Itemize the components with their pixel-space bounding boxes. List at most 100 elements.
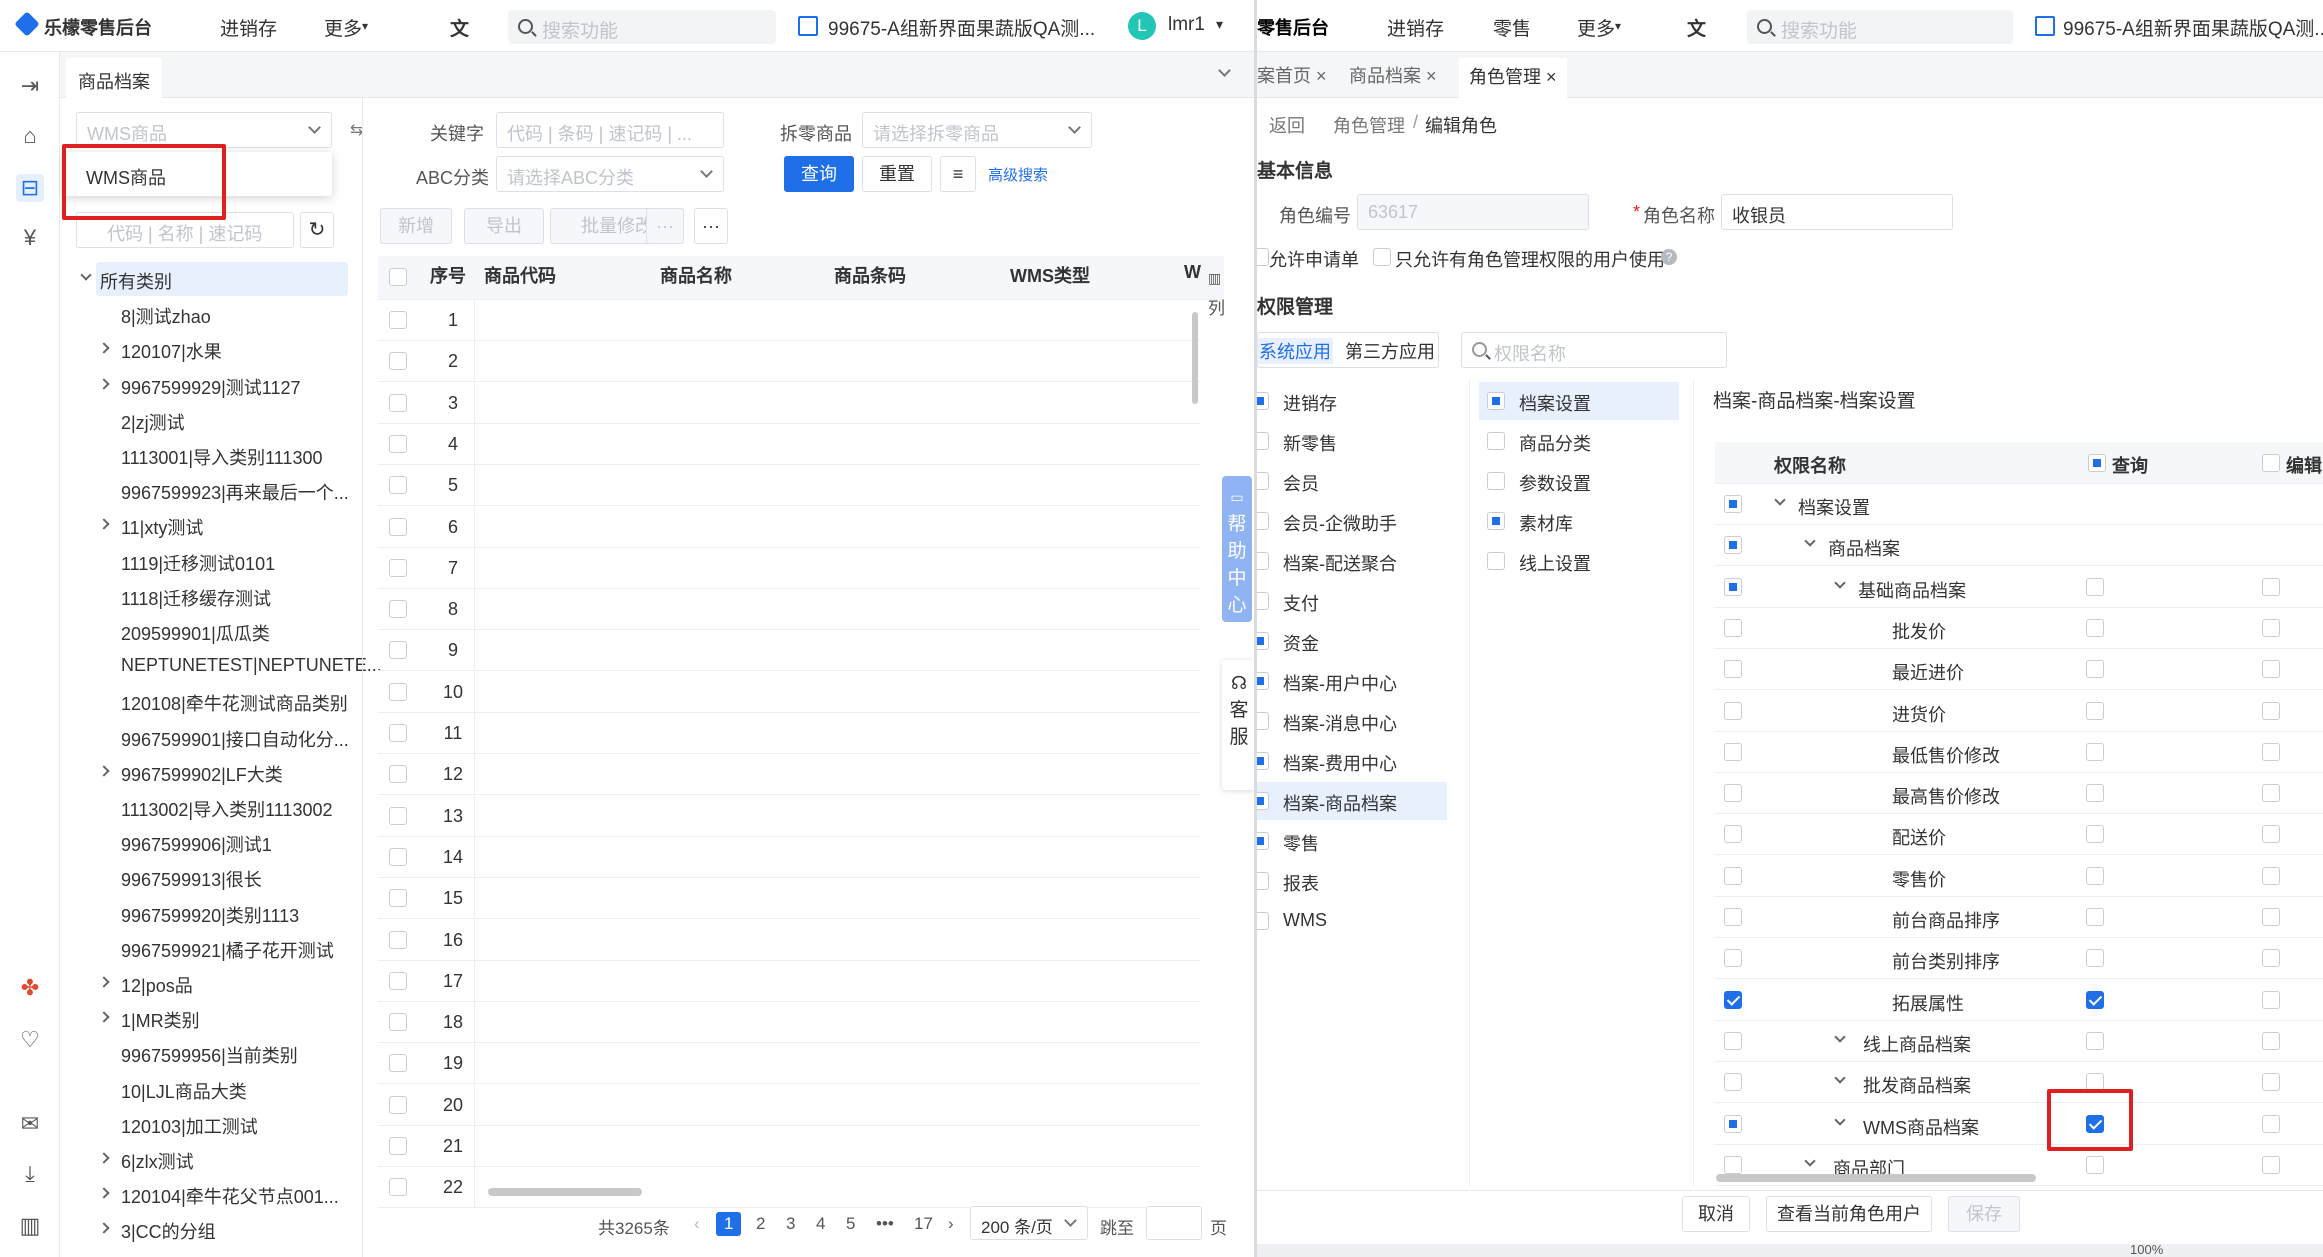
cancel-button[interactable]: 取消: [1682, 1196, 1750, 1232]
prev-page-icon[interactable]: ‹: [694, 1214, 700, 1234]
allow-apply-checkbox[interactable]: [1257, 248, 1269, 266]
role-no-input[interactable]: 63617: [1357, 194, 1589, 230]
close-icon[interactable]: ×: [1426, 66, 1437, 86]
batch-more-button[interactable]: ···: [646, 208, 684, 244]
row-checkbox[interactable]: [389, 889, 407, 908]
function-search[interactable]: 搜索功能: [508, 10, 776, 44]
tree-item[interactable]: 9967599921|橘子花开测试: [121, 937, 334, 963]
query-button[interactable]: 查询: [784, 156, 854, 192]
home-icon[interactable]: ⌂: [16, 122, 44, 150]
tree-item[interactable]: 2|zj测试: [121, 409, 185, 435]
module-checkbox[interactable]: [1257, 632, 1269, 650]
add-button[interactable]: 新增: [380, 208, 452, 244]
row-checkbox[interactable]: [389, 724, 407, 742]
query-col-checkbox[interactable]: [2088, 454, 2106, 472]
tree-item[interactable]: 6|zlx测试: [121, 1148, 194, 1174]
perm-query-checkbox[interactable]: [2086, 577, 2104, 596]
col-code[interactable]: 商品代码: [484, 262, 556, 288]
perm-row[interactable]: [1715, 567, 2323, 608]
help-center-button[interactable]: ▭ 帮助中心: [1222, 476, 1252, 622]
heart-icon[interactable]: ♡: [16, 1026, 44, 1054]
app-grid-icon[interactable]: ✤: [16, 974, 44, 1002]
edit-col-checkbox[interactable]: [2262, 454, 2280, 472]
module-checkbox[interactable]: [1257, 552, 1269, 570]
table-row[interactable]: 9: [378, 630, 1200, 672]
tree-item[interactable]: 9967599913|很长: [121, 866, 262, 892]
perm-edit-checkbox[interactable]: [2262, 660, 2280, 679]
page-item-7[interactable]: 17: [914, 1214, 933, 1234]
filter-settings-button[interactable]: ≡: [940, 156, 976, 192]
col-w[interactable]: W: [1184, 262, 1201, 283]
back-link[interactable]: 返回: [1269, 112, 1305, 138]
perm-edit-checkbox[interactable]: [2262, 1031, 2280, 1050]
customer-service-button[interactable]: ☊ 客服: [1222, 660, 1254, 790]
expand-icon[interactable]: ⇥: [16, 72, 44, 100]
perm-query-checkbox[interactable]: [2086, 866, 2104, 885]
module-item[interactable]: 资金: [1283, 630, 1319, 656]
module-item[interactable]: 进销存: [1283, 390, 1337, 416]
module-checkbox[interactable]: [1257, 832, 1269, 850]
perm-edit-checkbox[interactable]: [2262, 908, 2280, 926]
table-row[interactable]: 17: [378, 960, 1200, 1002]
submodule-item[interactable]: 素材库: [1519, 510, 1573, 536]
perm-row-checkbox[interactable]: [1724, 660, 1742, 679]
tree-item[interactable]: 1118|迁移缓存测试: [121, 585, 271, 611]
row-checkbox[interactable]: [389, 1137, 407, 1155]
perm-edit-checkbox[interactable]: [2262, 742, 2280, 761]
submodule-item[interactable]: 商品分类: [1519, 430, 1591, 456]
tree-item[interactable]: 209599901|瓜瓜类: [121, 620, 270, 646]
perm-query-checkbox[interactable]: [2086, 701, 2104, 720]
table-row[interactable]: 11: [378, 713, 1200, 754]
perm-query-checkbox[interactable]: [2086, 1155, 2104, 1174]
tab-collapse-chevron-icon[interactable]: [1218, 64, 1231, 77]
module-item[interactable]: 会员: [1283, 470, 1319, 496]
module-checkbox[interactable]: [1257, 512, 1269, 530]
perm-row[interactable]: [1715, 649, 2323, 691]
module-checkbox[interactable]: [1257, 672, 1269, 690]
perm-row-checkbox[interactable]: [1724, 495, 1742, 513]
table-row[interactable]: 16: [378, 919, 1200, 961]
row-checkbox[interactable]: [389, 1178, 407, 1197]
tree-expand-icon[interactable]: [98, 976, 110, 988]
module-item[interactable]: 档案-消息中心: [1283, 710, 1397, 736]
module-item[interactable]: 档案-配送聚合: [1283, 550, 1397, 576]
perm-row-checkbox[interactable]: [1724, 908, 1742, 926]
table-row[interactable]: 18: [378, 1002, 1200, 1044]
perm-edit-checkbox[interactable]: [2262, 618, 2280, 637]
page-item-6[interactable]: •••: [876, 1214, 894, 1234]
function-search[interactable]: 搜索功能: [1747, 10, 2013, 44]
table-row[interactable]: 3: [378, 382, 1200, 424]
tab-system-apps[interactable]: 系统应用: [1257, 338, 1333, 364]
table-row[interactable]: 5: [378, 465, 1200, 507]
tab-role[interactable]: 角色管理 ×: [1459, 58, 1567, 98]
translate-icon[interactable]: 文: [1687, 14, 1706, 41]
table-scrollbar-h[interactable]: [488, 1188, 642, 1196]
table-row[interactable]: 8: [378, 589, 1200, 631]
mail-icon[interactable]: ✉: [16, 1110, 44, 1138]
reset-button[interactable]: 重置: [862, 156, 932, 192]
module-checkbox[interactable]: [1257, 432, 1269, 450]
user-name[interactable]: lmr1: [1168, 14, 1205, 36]
breadcrumb-parent[interactable]: 角色管理: [1333, 112, 1405, 138]
perm-row[interactable]: [1715, 525, 2323, 567]
user-chevron-down-icon[interactable]: ▾: [1216, 16, 1223, 33]
tree-item[interactable]: 120107|水果: [121, 338, 222, 364]
page-item-2[interactable]: 2: [756, 1214, 765, 1234]
chevron-down-icon[interactable]: ▾: [1615, 19, 1621, 33]
table-row[interactable]: 15: [378, 878, 1200, 920]
perm-query-checkbox[interactable]: [2086, 949, 2104, 968]
tree-expand-icon[interactable]: [98, 765, 110, 777]
row-checkbox[interactable]: [389, 641, 407, 660]
tree-item[interactable]: 3|CC的分组: [121, 1218, 216, 1244]
table-row[interactable]: 13: [378, 795, 1200, 837]
report-icon[interactable]: ▥: [16, 1212, 44, 1240]
submodule-checkbox[interactable]: [1487, 552, 1505, 570]
submodule-item[interactable]: 档案设置: [1519, 390, 1591, 416]
goods-type-select[interactable]: WMS商品: [76, 112, 332, 148]
only-admin-checkbox[interactable]: [1373, 248, 1391, 266]
row-checkbox[interactable]: [389, 434, 407, 453]
table-row[interactable]: 20: [378, 1084, 1200, 1126]
table-row[interactable]: 4: [378, 423, 1200, 465]
row-checkbox[interactable]: [389, 476, 407, 495]
table-row[interactable]: 10: [378, 671, 1200, 713]
